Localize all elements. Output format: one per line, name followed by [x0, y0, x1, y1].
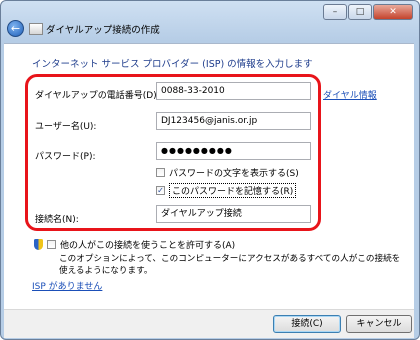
connection-name-label: 接続名(N): — [35, 215, 79, 225]
window-title: ダイヤルアップ接続の作成 — [46, 25, 160, 36]
allow-others-box[interactable] — [47, 240, 56, 249]
page-heading: インターネット サービス プロバイダー (ISP) の情報を入力します — [32, 59, 313, 70]
phone-number-input[interactable]: 0088-33-2010 — [156, 82, 311, 100]
wizard-icon — [29, 23, 43, 35]
back-arrow-icon[interactable]: ← — [7, 20, 24, 37]
user-name-label: ユーザー名(U): — [35, 122, 97, 132]
connection-name-input[interactable]: ダイヤルアップ接続 — [156, 205, 311, 223]
allow-others-description: このオプションによって、このコンピューターにアクセスがあるすべての人がこの接続を… — [59, 254, 401, 276]
cancel-button[interactable]: キャンセル — [346, 315, 412, 333]
dial-info-link[interactable]: ダイヤル情報 — [323, 88, 377, 101]
password-label: パスワード(P): — [35, 152, 96, 162]
user-name-input[interactable]: DJ123456@janis.or.jp — [156, 112, 311, 130]
no-isp-link[interactable]: ISP がありません — [32, 279, 102, 292]
dialog-window: – □ ✕ ← ダイヤルアップ接続の作成 インターネット サービス プロバイダー… — [0, 0, 420, 340]
show-password-box[interactable] — [156, 168, 165, 177]
show-password-checkbox[interactable]: パスワードの文字を表示する(S) — [156, 166, 299, 179]
password-input[interactable]: ●●●●●●●●● — [156, 142, 311, 160]
remember-password-label: このパスワードを記憶する(R) — [169, 183, 297, 198]
phone-label: ダイヤルアップの電話番号(D): — [35, 91, 160, 101]
connect-button[interactable]: 接続(C) — [273, 315, 341, 333]
show-password-label: パスワードの文字を表示する(S) — [169, 169, 299, 179]
caption-buttons: – □ ✕ — [323, 4, 413, 20]
allow-others-checkbox[interactable]: 他の人がこの接続を使うことを許可する(A) — [47, 238, 235, 251]
remember-password-checkbox[interactable]: ✓ このパスワードを記憶する(R) — [156, 183, 297, 198]
maximize-button[interactable]: □ — [348, 4, 372, 20]
shield-icon — [34, 239, 43, 250]
allow-others-label: 他の人がこの接続を使うことを許可する(A) — [60, 241, 236, 251]
minimize-button[interactable]: – — [323, 4, 347, 20]
remember-password-box[interactable]: ✓ — [156, 186, 165, 195]
close-button[interactable]: ✕ — [373, 4, 413, 20]
